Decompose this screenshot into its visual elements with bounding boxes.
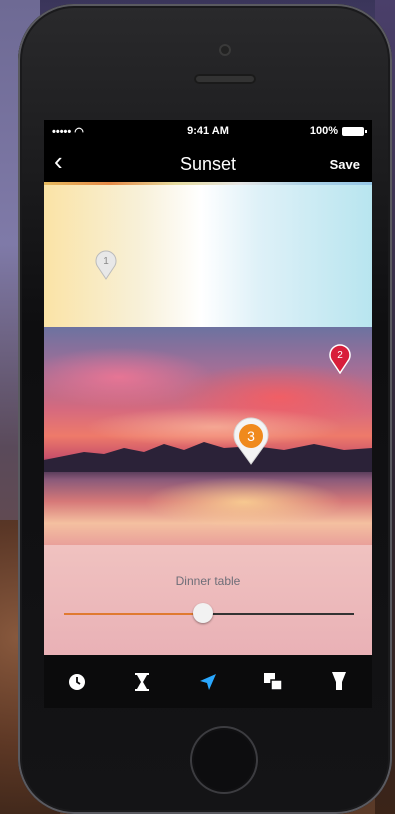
water-reflection: [144, 477, 344, 527]
scenes-icon: [263, 672, 283, 691]
light-marker-selected[interactable]: 3: [231, 416, 271, 471]
app-screen: ••••• ◠ 9:41 AM 100% ‹ Sunset Save Dinne…: [44, 120, 372, 708]
tab-location[interactable]: [188, 662, 228, 702]
tab-hourglass[interactable]: [122, 662, 162, 702]
tab-lights[interactable]: [319, 662, 359, 702]
light-marker[interactable]: 1: [94, 248, 118, 285]
light-marker[interactable]: 2: [328, 342, 352, 379]
tab-scenes[interactable]: [254, 662, 294, 702]
brightness-slider-thumb[interactable]: [193, 603, 214, 623]
mountain-silhouette: [44, 442, 372, 472]
light-name-label: Dinner table: [175, 574, 241, 588]
marker-label: 3: [247, 428, 255, 444]
scene-photo[interactable]: [44, 327, 372, 545]
battery-indicator: 100%: [309, 125, 367, 137]
marker-label: 2: [337, 350, 343, 361]
hourglass-icon: [135, 672, 150, 691]
tab-bar: [44, 655, 372, 708]
home-button[interactable]: [190, 726, 258, 794]
brightness-slider-fill: [64, 613, 204, 615]
battery-percent: 100%: [309, 125, 338, 137]
status-bar: ••••• ◠ 9:41 AM 100%: [44, 120, 372, 142]
front-camera: [219, 44, 231, 56]
location-arrow-icon: [199, 673, 216, 690]
marker-label: 1: [103, 256, 109, 267]
tab-timer[interactable]: [57, 662, 97, 702]
earpiece-speaker: [194, 74, 256, 84]
bulb-icon: [332, 671, 347, 690]
brightness-slider[interactable]: [64, 603, 354, 623]
navigation-bar: ‹ Sunset Save: [44, 142, 372, 182]
light-control-panel: Dinner table: [44, 545, 372, 655]
battery-icon: [342, 126, 367, 136]
save-button[interactable]: Save: [330, 157, 360, 172]
clock-icon: [68, 673, 85, 690]
page-title: Sunset: [179, 154, 237, 174]
